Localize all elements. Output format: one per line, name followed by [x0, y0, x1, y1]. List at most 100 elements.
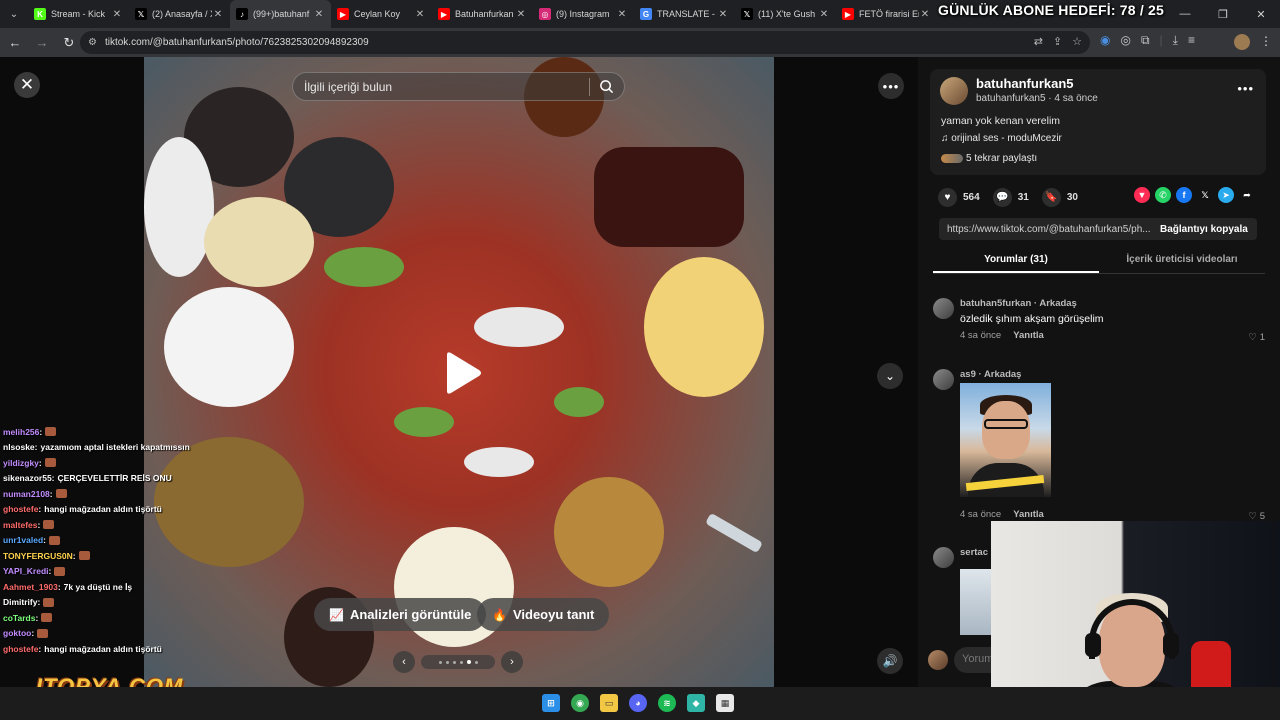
tab-close-icon[interactable]: ✕ [515, 9, 527, 20]
repost-share-icon[interactable]: ▼ [1134, 187, 1150, 203]
chevron-down-icon[interactable]: ⌄ [877, 363, 903, 389]
x-share-icon[interactable]: 𝕏 [1197, 187, 1213, 203]
browser-tab[interactable]: G TRANSLATE - C✕ [634, 0, 735, 28]
windows-start-icon[interactable]: ⊞ [542, 694, 560, 712]
browser-tab[interactable]: K Stream - Kick ✕ [28, 0, 129, 28]
slide-dot[interactable] [445, 660, 449, 664]
volume-icon[interactable]: 🔊 [877, 648, 903, 674]
tiktok-icon: ♪ [236, 8, 248, 20]
tab-close-icon[interactable]: ✕ [111, 9, 123, 20]
chat-text: ÇERÇEVELETTİR REİS ONU [57, 473, 172, 484]
commenter-name[interactable]: batuhan5furkan · Arkadaş [960, 298, 1077, 309]
chat-username: ghostefe [3, 643, 39, 654]
chat-username: unr1valed [3, 535, 44, 546]
telegram-icon[interactable]: ➤ [1218, 187, 1234, 203]
extension-icon[interactable]: ◎ [1120, 33, 1130, 48]
sound-link[interactable]: ♫ orijinal ses - moduMcezir [941, 133, 1062, 144]
app-taskbar-icon[interactable]: ◆ [687, 694, 705, 712]
browser-tab[interactable]: 𝕏 (2) Anasayfa / X ✕ [129, 0, 230, 28]
chrome-icon: G [640, 8, 652, 20]
promote-video-button[interactable]: 🔥 Videoyu tanıt [477, 598, 610, 631]
tab-search-icon[interactable]: ⌄ [0, 0, 28, 28]
chat-emote-icon [54, 566, 66, 576]
profile-avatar[interactable] [1234, 34, 1250, 50]
repost-info[interactable]: 5 tekrar paylaştı [941, 153, 1037, 164]
browser-tab[interactable]: ▶ Ceylan Koy ✕ [331, 0, 432, 28]
download-icon[interactable]: ⤓ [1173, 33, 1178, 48]
more-options-icon[interactable]: ••• [878, 73, 904, 99]
share-arrow-icon[interactable]: ➦ [1239, 187, 1255, 203]
reply-button[interactable]: Yanıtla [1013, 330, 1044, 341]
tab-close-icon[interactable]: ✕ [616, 9, 628, 20]
slide-dot[interactable] [438, 660, 442, 664]
commenter-avatar[interactable] [933, 298, 954, 319]
slide-dot[interactable] [459, 660, 463, 664]
browser-tab[interactable]: ▶ Batuhanfurkan ✕ [432, 0, 533, 28]
reply-button[interactable]: Yanıtla [1013, 509, 1044, 520]
commenter-avatar[interactable] [933, 369, 954, 390]
discord-icon[interactable]: ◕ [629, 694, 647, 712]
site-info-icon[interactable]: ⚙ [88, 37, 97, 48]
search-icon[interactable] [599, 79, 614, 94]
reading-list-icon[interactable]: ≡ [1188, 33, 1195, 48]
comment-image[interactable] [960, 383, 1051, 497]
view-analytics-button[interactable]: 📈 Analizleri görüntüle [314, 598, 487, 631]
more-options-icon[interactable]: ••• [1237, 81, 1254, 96]
comment-button[interactable]: 💬 31 [992, 187, 1029, 207]
play-icon[interactable] [441, 351, 483, 395]
extensions-puzzle-icon[interactable]: ⧉ [1141, 33, 1150, 48]
minimize-icon[interactable]: — [1166, 0, 1204, 28]
url-field[interactable]: ⚙ tiktok.com/@batuhanfurkan5/photo/76238… [80, 31, 1090, 54]
tab-close-icon[interactable]: ✕ [717, 9, 729, 20]
tab-creator-videos[interactable]: İçerik üreticisi videoları [1099, 248, 1265, 273]
like-button[interactable]: ♥ 564 [938, 187, 980, 207]
translate-icon[interactable]: ⇄ [1034, 35, 1043, 48]
share-link-text[interactable]: https://www.tiktok.com/@batuhanfurkan5/p… [939, 224, 1154, 235]
browser-menu-icon[interactable]: ⋮ [1260, 34, 1272, 48]
tab-close-icon[interactable]: ✕ [414, 9, 426, 20]
store-taskbar-icon[interactable]: ▦ [716, 694, 734, 712]
tab-close-icon[interactable]: ✕ [919, 9, 931, 20]
browser-tab[interactable]: ▶ FETÖ firarisi Em ✕ [836, 0, 937, 28]
slide-dot[interactable] [466, 660, 471, 664]
commenter-avatar[interactable] [933, 547, 954, 568]
browser-tab[interactable]: ◎ (9) Instagram ✕ [533, 0, 634, 28]
forward-icon[interactable]: → [30, 31, 54, 55]
commenter-name[interactable]: as9 · Arkadaş [960, 369, 1021, 380]
bookmark-icon: 🔖 [1041, 187, 1061, 207]
previous-slide-icon[interactable]: ‹ [393, 651, 415, 673]
back-icon[interactable]: ← [3, 31, 27, 55]
facebook-icon[interactable]: f [1176, 187, 1192, 203]
tab-close-icon[interactable]: ✕ [818, 9, 830, 20]
close-icon[interactable]: ✕ [14, 72, 40, 98]
reload-icon[interactable]: ↻ [57, 31, 81, 55]
file-explorer-icon[interactable]: ▭ [600, 694, 618, 712]
author-name[interactable]: batuhanfurkan5 [976, 76, 1074, 91]
browser-tab[interactable]: 𝕏 (11) X'te Gush ✕ [735, 0, 836, 28]
tab-title: Ceylan Koy [354, 9, 401, 19]
comment-like-button[interactable]: ♡ 1 [1249, 332, 1265, 343]
chrome-taskbar-icon[interactable]: ◉ [571, 694, 589, 712]
install-icon[interactable]: ⇪ [1053, 35, 1062, 48]
bookmark-star-icon[interactable]: ☆ [1072, 35, 1082, 48]
slide-dot[interactable] [474, 660, 478, 664]
close-window-icon[interactable]: ✕ [1242, 0, 1280, 28]
onion [474, 307, 564, 347]
copy-link-button[interactable]: Bağlantıyı kopyala [1154, 224, 1248, 235]
tab-close-icon[interactable]: ✕ [212, 9, 224, 20]
extension-icon[interactable]: ◉ [1100, 33, 1110, 48]
spotify-icon[interactable]: ≋ [658, 694, 676, 712]
chat-emote-icon [44, 458, 56, 468]
author-avatar[interactable] [940, 77, 968, 105]
whatsapp-icon[interactable]: ✆ [1155, 187, 1171, 203]
next-slide-icon[interactable]: › [501, 651, 523, 673]
save-button[interactable]: 🔖 30 [1041, 187, 1078, 207]
browser-tab[interactable]: ♪ (99+)batuhanf ✕ [230, 0, 331, 28]
tab-comments[interactable]: Yorumlar (31) [933, 248, 1099, 273]
share-buttons: ▼ ✆ f 𝕏 ➤ ➦ [1134, 187, 1255, 203]
chat-separator: : [38, 643, 42, 654]
tab-close-icon[interactable]: ✕ [313, 9, 325, 20]
slide-dot[interactable] [452, 660, 456, 664]
maximize-icon[interactable]: ❐ [1204, 0, 1242, 28]
related-content-search[interactable]: İlgili içeriği bulun [292, 72, 625, 101]
